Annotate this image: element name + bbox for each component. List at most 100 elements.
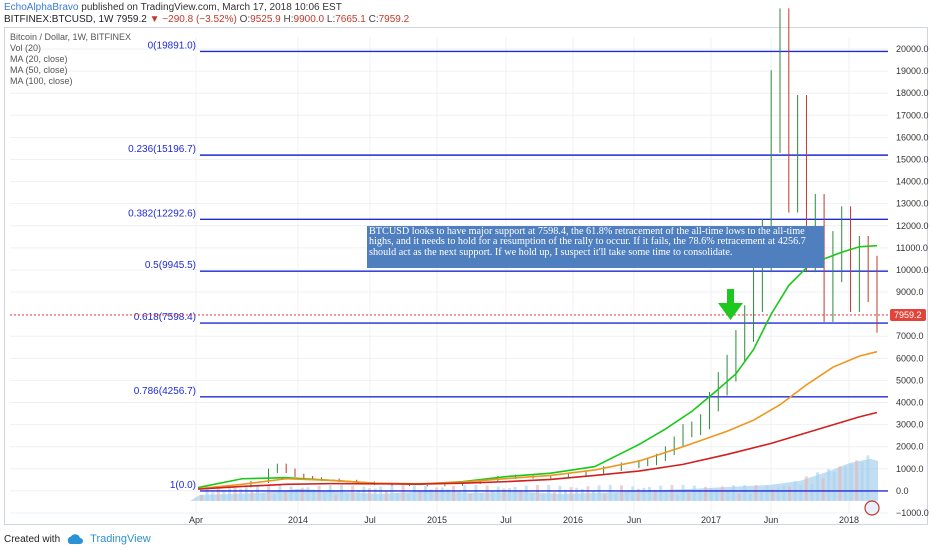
y-tick-label: 17000.0 (896, 110, 929, 120)
annotation-text-wrap: BTCUSD looks to have major support at 75… (369, 227, 806, 257)
volume-bar (855, 460, 859, 501)
volume-bar (412, 485, 416, 501)
y-tick-label: 0.0 (896, 486, 909, 496)
volume-bar (222, 489, 226, 501)
y-tick-label: 13000.0 (896, 199, 929, 209)
volume-bar (726, 490, 730, 501)
price-chart[interactable]: 0(19891.0) 0.236(15196.7) 0.382(12292.6) 0.… (0, 0, 932, 550)
volume-bar (468, 494, 472, 501)
volume-bar (754, 485, 758, 501)
volume-bar (211, 492, 215, 501)
volume-bar (625, 491, 629, 501)
volume-bar (631, 486, 635, 501)
indicator-ma20[interactable]: MA (20, close) (10, 54, 131, 65)
volume-bar (608, 484, 612, 501)
volume-bar (384, 490, 388, 501)
volume-bar (530, 492, 534, 501)
x-tick-label: Jul (364, 515, 376, 525)
tradingview-brand[interactable]: TradingView (90, 533, 151, 545)
volume-bar (284, 491, 287, 501)
volume-bar (732, 485, 735, 501)
volume-bar (698, 490, 702, 501)
volume-bar (592, 491, 595, 501)
volume-bar (860, 462, 864, 501)
fib-label: 0(19891.0) (148, 40, 196, 51)
x-tick-label: Jun (764, 515, 779, 525)
cloud-logo-icon (67, 534, 84, 544)
y-tick-label: 14000.0 (896, 177, 929, 187)
volume-bar (272, 493, 276, 501)
volume-bar (424, 485, 427, 501)
volume-bar (569, 487, 573, 501)
volume-bar (513, 486, 517, 501)
volume-bar (804, 476, 808, 501)
volume-bar (704, 486, 707, 501)
volume-bar (379, 486, 383, 501)
y-tick-label: 10000.0 (896, 265, 929, 275)
volume-bar (463, 485, 467, 501)
x-tick-label: 2017 (701, 515, 721, 525)
volume-bar (300, 487, 304, 501)
volume-bar (278, 485, 282, 501)
volume-bar (614, 493, 618, 501)
volume-bar (692, 485, 696, 501)
volume-bar (356, 490, 360, 501)
fib-label: 1(0.0) (170, 480, 196, 491)
indicator-vol[interactable]: Vol (20) (10, 43, 131, 54)
created-with-label: Created with (4, 533, 61, 545)
volume-bar (760, 491, 763, 501)
y-tick-label: 1000.0 (896, 464, 924, 474)
volume-bar (351, 485, 355, 501)
volume-bar (597, 485, 601, 501)
x-tick-label: 2015 (427, 515, 447, 525)
volume-bar (317, 485, 321, 501)
y-tick-label: 2000.0 (896, 442, 924, 452)
x-tick-label: Apr (189, 515, 203, 525)
volume-bar (575, 487, 579, 501)
volume-bar (250, 490, 254, 501)
volume-bar (256, 485, 259, 501)
y-tick-label: −1000.0 (896, 508, 929, 518)
y-tick-label: 4000.0 (896, 398, 924, 408)
volume-bar (810, 483, 814, 501)
fib-label: 0.786(4256.7) (134, 386, 196, 397)
volume-bar (233, 487, 237, 501)
volume-bar (765, 486, 769, 501)
pane-legend: Bitcoin / Dollar, 1W, BITFINEX Vol (20) … (10, 32, 131, 87)
volume-bar (228, 486, 231, 501)
volume-bar (200, 494, 203, 501)
volume-bar (306, 487, 310, 501)
y-tick-label: 19000.0 (896, 66, 929, 76)
volume-bar (776, 487, 780, 501)
x-tick-label: Jul (500, 515, 512, 525)
y-tick-label: 11000.0 (896, 243, 928, 253)
volume-bar (552, 492, 556, 501)
volume-bar (838, 466, 842, 501)
volume-bar (827, 468, 831, 501)
volume-bar (642, 487, 646, 501)
volume-bar (340, 484, 343, 501)
volume-bar (289, 486, 293, 501)
volume-bar (681, 484, 685, 501)
volume-bar (362, 486, 366, 501)
annotation-group: BTCUSD looks to have major support at 75… (367, 226, 880, 516)
volume-bar (799, 485, 803, 501)
volume-bar (720, 486, 724, 501)
volume-bar (407, 494, 411, 501)
volume-bar (821, 478, 825, 501)
volume-bar (524, 485, 528, 501)
ma-line (197, 350, 878, 490)
volume-bar (519, 490, 523, 501)
pane-title: Bitcoin / Dollar, 1W, BITFINEX (10, 32, 132, 42)
fib-label: 0.382(12292.6) (128, 208, 196, 219)
volume-bar (435, 487, 439, 501)
volume-bar (457, 491, 461, 501)
volume-bar (849, 463, 853, 501)
volume-bar (832, 471, 836, 501)
volume-bar (541, 494, 545, 501)
indicator-ma100[interactable]: MA (100, close) (10, 76, 131, 87)
y-axis: 20000.0 19000.0 18000.0 17000.0 16000.0 15000… (890, 44, 929, 518)
flag-icon (864, 500, 880, 516)
x-tick-label: 2014 (288, 515, 308, 525)
indicator-ma50[interactable]: MA (50, close) (10, 65, 131, 76)
